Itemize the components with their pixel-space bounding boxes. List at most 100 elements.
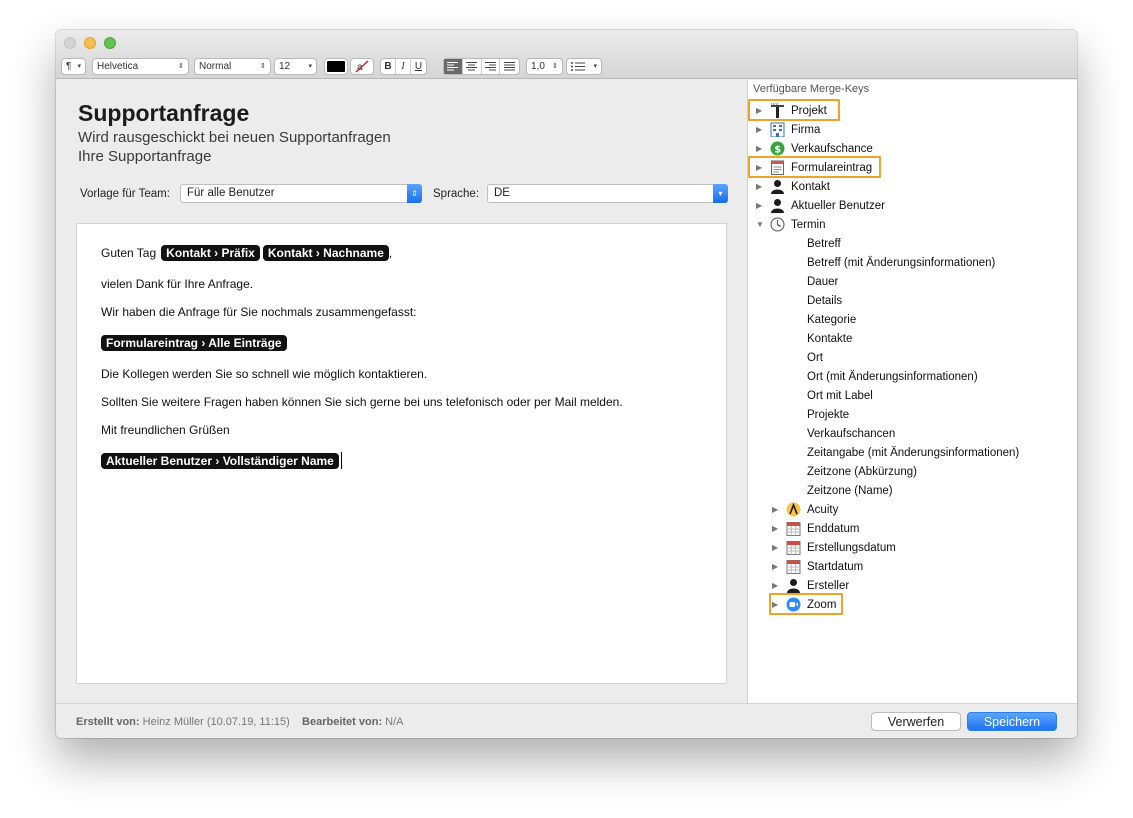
tree-item-label: Enddatum [807,522,860,535]
tree-item-projekt[interactable]: ▶ Dpt. Projekt [756,101,827,120]
text-cursor [340,452,342,469]
chevron-down-icon: ▾ [308,63,312,70]
tree-subgroup-acuity[interactable]: ▶ Acuity [772,500,838,519]
close-window-button[interactable] [64,37,76,49]
tree-item-firma[interactable]: ▶ Firma [756,120,820,139]
text-color-button[interactable] [324,58,348,75]
chevron-down-icon: ▾ [77,63,81,70]
chevron-down-icon: ▾ [593,63,597,70]
align-left-button[interactable] [444,59,463,74]
document-editor[interactable]: Guten Tag Kontakt › Präfix Kontakt › Nac… [76,223,727,684]
merge-tag-user-fullname[interactable]: Aktueller Benutzer › Vollständiger Name [101,452,339,469]
underline-button[interactable]: U [411,59,426,74]
team-label: Vorlage für Team: [80,188,170,200]
tree-subgroup-startdatum[interactable]: ▶ Startdatum [772,557,863,576]
italic-button[interactable]: I [396,59,411,74]
tree-child-item[interactable]: Zeitzone (Abkürzung) [807,462,917,481]
tree-child-item[interactable]: Betreff (mit Änderungsinformationen) [807,253,995,272]
disclosure-triangle-icon[interactable]: ▶ [772,505,782,514]
language-select[interactable]: DE ▾ [487,184,728,203]
disclosure-triangle-expanded-icon[interactable]: ▼ [756,220,766,229]
merge-keys-panel: Verfügbare Merge-Keys ▶ Dpt. Projekt ▶ F… [747,80,1077,703]
disclosure-triangle-icon[interactable]: ▶ [772,562,782,571]
zoom-icon [786,597,801,612]
zoom-window-button[interactable] [104,37,116,49]
tree-child-item[interactable]: Dauer [807,272,838,291]
svg-text:$: $ [774,145,781,156]
tree-item-label: Aktueller Benutzer [791,199,885,212]
line-spacing-select[interactable]: 1,0 ⇕ [526,58,563,75]
disclosure-triangle-icon[interactable]: ▶ [756,125,766,134]
tree-item-label: Projekt [791,104,827,117]
disclosure-triangle-icon[interactable]: ▶ [756,201,766,210]
no-highlight-icon: a [355,60,369,73]
disclosure-triangle-icon[interactable]: ▶ [756,182,766,191]
chevron-down-icon: ▾ [713,184,728,203]
tree-child-item[interactable]: Details [807,291,842,310]
doc-line-7: Mit freundlichen Grüßen [101,423,230,437]
tree-item-verkaufschance[interactable]: ▶ $ Verkaufschance [756,139,873,158]
tree-child-item[interactable]: Ort (mit Änderungsinformationen) [807,367,978,386]
line-spacing-value: 1,0 [531,60,545,72]
template-description[interactable]: Wird rausgeschickt bei neuen Supportanfr… [78,129,391,146]
tree-subgroup-erstellungsdatum[interactable]: ▶ Erstellungsdatum [772,538,896,557]
merge-tag-form-entries[interactable]: Formulareintrag › Alle Einträge [101,335,287,351]
disclosure-triangle-icon[interactable]: ▶ [772,581,782,590]
tree-item-aktueller-benutzer[interactable]: ▶ Aktueller Benutzer [756,196,885,215]
tree-child-item[interactable]: Verkaufschancen [807,424,895,443]
tree-subgroup-ersteller[interactable]: ▶ Ersteller [772,576,849,595]
tree-item-kontakt[interactable]: ▶ Kontakt [756,177,830,196]
tree-item-label: Termin [791,218,826,231]
align-center-button[interactable] [463,59,482,74]
tree-child-item[interactable]: Projekte [807,405,849,424]
disclosure-triangle-icon[interactable]: ▶ [772,600,782,609]
tree-child-item[interactable]: Kategorie [807,310,856,329]
disclosure-triangle-icon[interactable]: ▶ [756,144,766,153]
tree-child-item[interactable]: Ort [807,348,823,367]
team-select[interactable]: Für alle Benutzer ⇕ [180,184,422,203]
text-format-group: B I U [380,58,427,75]
tree-child-item[interactable]: Betreff [807,234,841,253]
tree-child-item[interactable]: Zeitzone (Name) [807,481,893,500]
tree-item-label: Startdatum [807,560,864,573]
align-right-button[interactable] [482,59,501,74]
tree-subgroup-enddatum[interactable]: ▶ Enddatum [772,519,859,538]
paragraph-style-menu[interactable]: ¶ ▾ [61,58,86,75]
tree-item-formulareintrag[interactable]: ▶ Formulareintrag [756,158,872,177]
bold-button[interactable]: B [381,59,396,74]
created-value: Heinz Müller (10.07.19, 11:15) [142,716,290,728]
template-title[interactable]: Supportanfrage [78,100,249,127]
form-icon [770,160,785,175]
discard-button[interactable]: Verwerfen [871,712,961,731]
dollar-icon: $ [770,141,785,156]
disclosure-triangle-icon[interactable]: ▶ [756,106,766,115]
updown-icon: ⇕ [407,184,422,203]
disclosure-triangle-icon[interactable]: ▶ [772,524,782,533]
merge-tag-contact-prefix[interactable]: Kontakt › Präfix [161,245,260,261]
template-subject[interactable]: Ihre Supportanfrage [78,148,211,165]
tree-child-item[interactable]: Kontakte [807,329,852,348]
minimize-window-button[interactable] [84,37,96,49]
disclosure-triangle-icon[interactable]: ▶ [772,543,782,552]
font-size-select[interactable]: 12 ▾ [274,58,317,75]
disclosure-triangle-icon[interactable]: ▶ [756,163,766,172]
font-family-select[interactable]: Helvetica ⇕ [92,58,189,75]
tree-child-item[interactable]: Zeitangabe (mit Änderungsinformationen) [807,443,1019,462]
person-icon [786,578,801,593]
merge-tag-contact-lastname[interactable]: Kontakt › Nachname [262,245,389,261]
list-style-menu[interactable]: ▾ [566,58,602,75]
updown-icon: ⇕ [260,63,266,70]
align-justify-button[interactable] [500,59,519,74]
tree-subgroup-zoom[interactable]: ▶ Zoom [772,595,836,614]
highlight-color-button[interactable]: a [350,58,374,75]
font-size-value: 12 [279,60,291,72]
tree-item-termin[interactable]: ▼ Termin [756,215,826,234]
tree-child-item[interactable]: Ort mit Label [807,386,873,405]
doc-line-3: Wir haben die Anfrage für Sie nochmals z… [101,305,417,319]
updown-icon: ⇕ [552,63,558,70]
tree-item-label: Firma [791,123,821,136]
font-style-select[interactable]: Normal ⇕ [194,58,271,75]
save-button[interactable]: Speichern [967,712,1057,731]
language-select-value: DE [494,187,510,199]
doc-line-signature: Aktueller Benutzer › Vollständiger Name [101,452,342,469]
